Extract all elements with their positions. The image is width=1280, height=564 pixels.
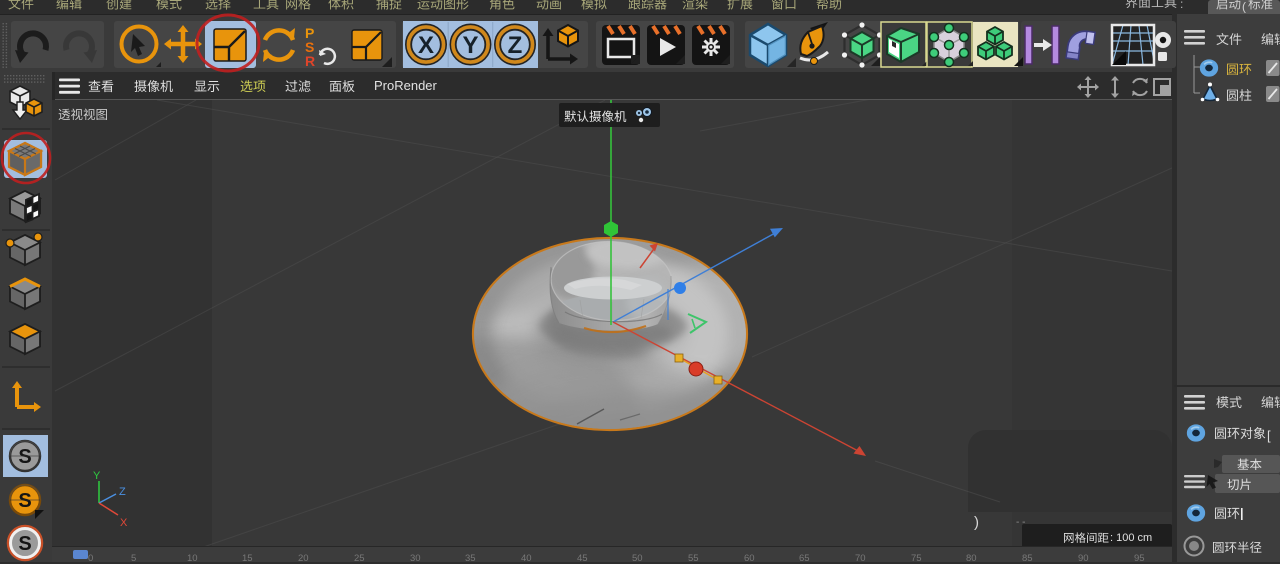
svg-text:(: ( [1242, 0, 1246, 14]
svg-text:S: S [18, 446, 31, 468]
svg-text:S: S [18, 533, 31, 555]
svg-text:R: R [305, 53, 315, 69]
svg-text::: : [1180, 0, 1183, 11]
svg-text:X: X [418, 32, 434, 59]
svg-text:Y: Y [462, 32, 478, 59]
svg-text:Z: Z [508, 32, 523, 59]
svg-text:S: S [18, 490, 31, 512]
